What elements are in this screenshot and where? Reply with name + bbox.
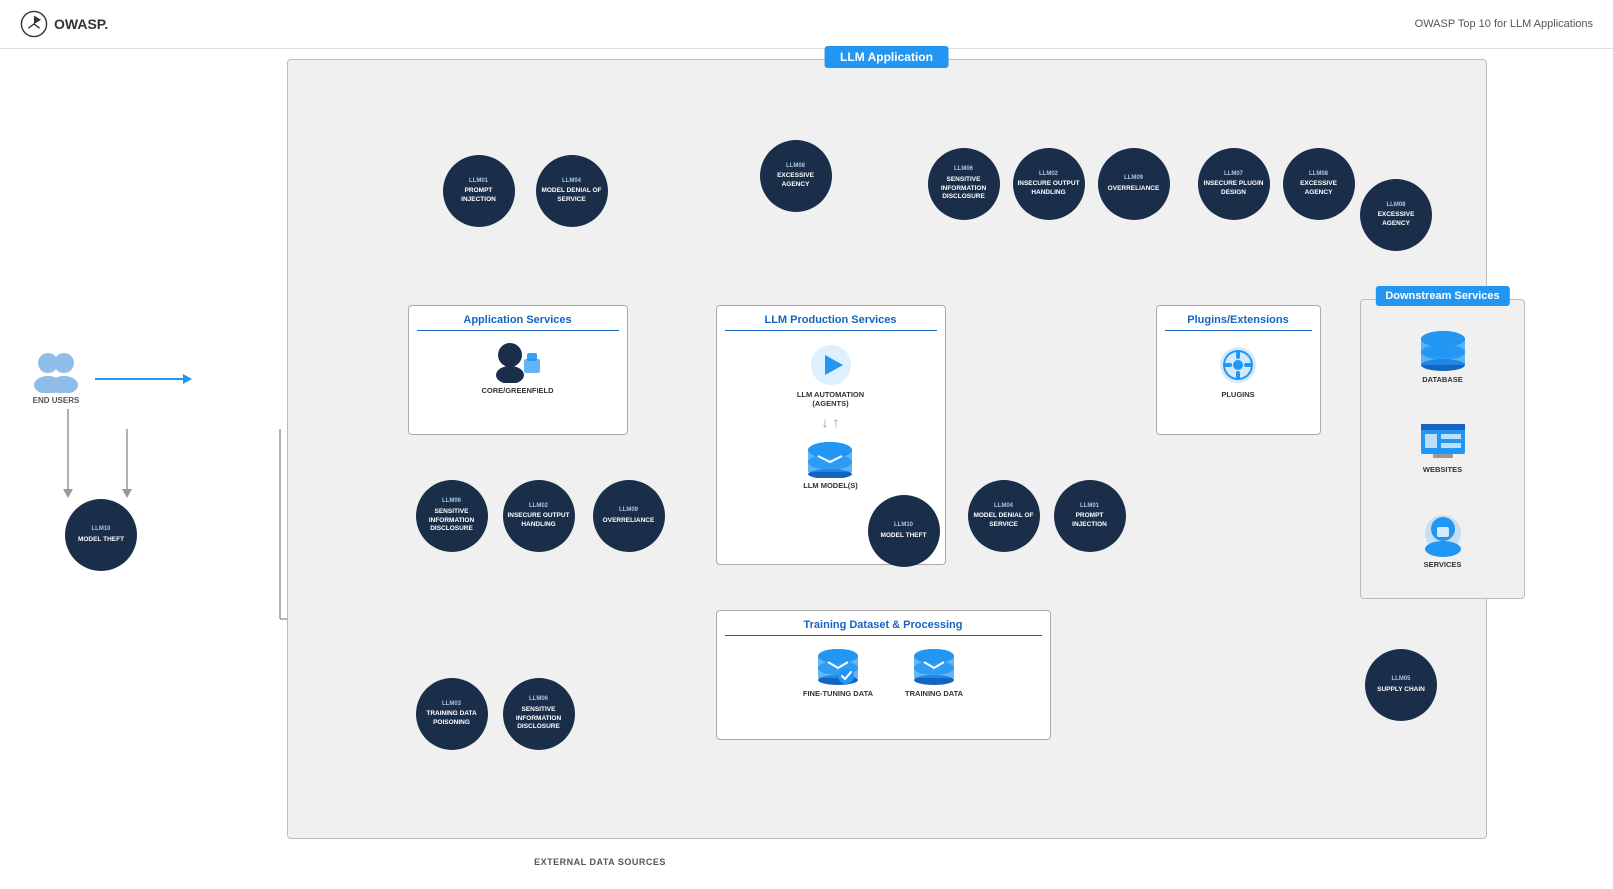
llm05-supply-chain: LLM05 SUPPLY CHAIN <box>1365 649 1437 721</box>
diagram-area: END USERS LLM10 MODEL THEFT LLM Applicat… <box>0 49 1613 859</box>
owasp-logo: OWASP. <box>20 10 108 38</box>
llm08-excessive-agency-top: LLM08 EXCESSIVE AGENCY <box>760 140 832 212</box>
llm04b-model-denial: LLM04 MODEL DENIAL OF SERVICE <box>968 480 1040 552</box>
app-services-title: Application Services <box>417 314 619 331</box>
llm07-insecure-plugin-top: LLM07 INSECURE PLUGIN DESIGN <box>1198 148 1270 220</box>
logo-text: OWASP. <box>54 16 108 32</box>
main-diagram-box: LLM Application LLM01 PROMPT INJECTION L… <box>287 59 1487 839</box>
websites-label: WEBSITES <box>1423 465 1462 474</box>
downstream-services-box: Downstream Services DATABASE <box>1360 299 1525 599</box>
app-services-box: Application Services CORE/GREENFIELD <box>408 305 628 435</box>
header-title: OWASP Top 10 for LLM Applications <box>1415 18 1593 30</box>
llm-models-label: LLM MODEL(S) <box>803 481 858 490</box>
llm10-model-theft-center: LLM10 MODEL THEFT <box>868 495 940 567</box>
llm06c-sensitive-info: LLM06 SENSITIVE INFORMATION DISCLOSURE <box>503 678 575 750</box>
llm08b-excessive-agency-top: LLM08 EXCESSIVE AGENCY <box>1283 148 1355 220</box>
llm-automation-label: LLM AUTOMATION (AGENTS) <box>791 390 871 408</box>
page-container: OWASP. OWASP Top 10 for LLM Applications <box>0 0 1613 859</box>
llm09b-overreliance: LLM09 OVERRELIANCE <box>593 480 665 552</box>
page-header: OWASP. OWASP Top 10 for LLM Applications <box>0 0 1613 49</box>
database-label: DATABASE <box>1422 375 1463 384</box>
training-box: Training Dataset & Processing <box>716 610 1051 740</box>
plugins-node-label: PLUGINS <box>1221 390 1254 399</box>
llm06-sensitive-top: LLM06 SENSITIVE INFORMATION DISCLOSURE <box>928 148 1000 220</box>
llm01-prompt-injection-top: LLM01 PROMPT INJECTION <box>443 155 515 227</box>
fine-tuning-data-label: FINE-TUNING DATA <box>803 689 873 698</box>
llm06b-sensitive: LLM06 SENSITIVE INFORMATION DISCLOSURE <box>416 480 488 552</box>
training-title: Training Dataset & Processing <box>725 619 1042 636</box>
end-users-node: END USERS <box>30 349 82 405</box>
core-greenfield-label: CORE/GREENFIELD <box>481 386 553 395</box>
end-users-label: END USERS <box>33 396 80 405</box>
main-box-label: LLM Application <box>824 46 949 68</box>
external-data-label: EXTERNAL DATA SOURCES <box>534 857 666 867</box>
plugins-title: Plugins/Extensions <box>1165 314 1312 331</box>
downstream-services-label: Downstream Services <box>1375 286 1509 306</box>
llm02b-insecure-output: LLM02 INSECURE OUTPUT HANDLING <box>503 480 575 552</box>
llm01b-prompt-injection: LLM01 PROMPT INJECTION <box>1054 480 1126 552</box>
llm04-model-denial-top: LLM04 MODEL DENIAL OF SERVICE <box>536 155 608 227</box>
services-label: SERVICES <box>1424 560 1462 569</box>
llm03-training-data-poisoning: LLM03 TRAINING DATA POISONING <box>416 678 488 750</box>
llm09-overreliance-top: LLM09 OVERRELIANCE <box>1098 148 1170 220</box>
llm08c-excessive-agency-outside: LLM08 EXCESSIVE AGENCY <box>1360 179 1432 251</box>
plugins-box: Plugins/Extensions PLUGINS <box>1156 305 1321 435</box>
llm10-model-theft-external: LLM10 MODEL THEFT <box>65 499 137 571</box>
llm-production-title: LLM Production Services <box>725 314 937 331</box>
llm02-insecure-output-top: LLM02 INSECURE OUTPUT HANDLING <box>1013 148 1085 220</box>
training-data-label: TRAINING DATA <box>905 689 963 698</box>
